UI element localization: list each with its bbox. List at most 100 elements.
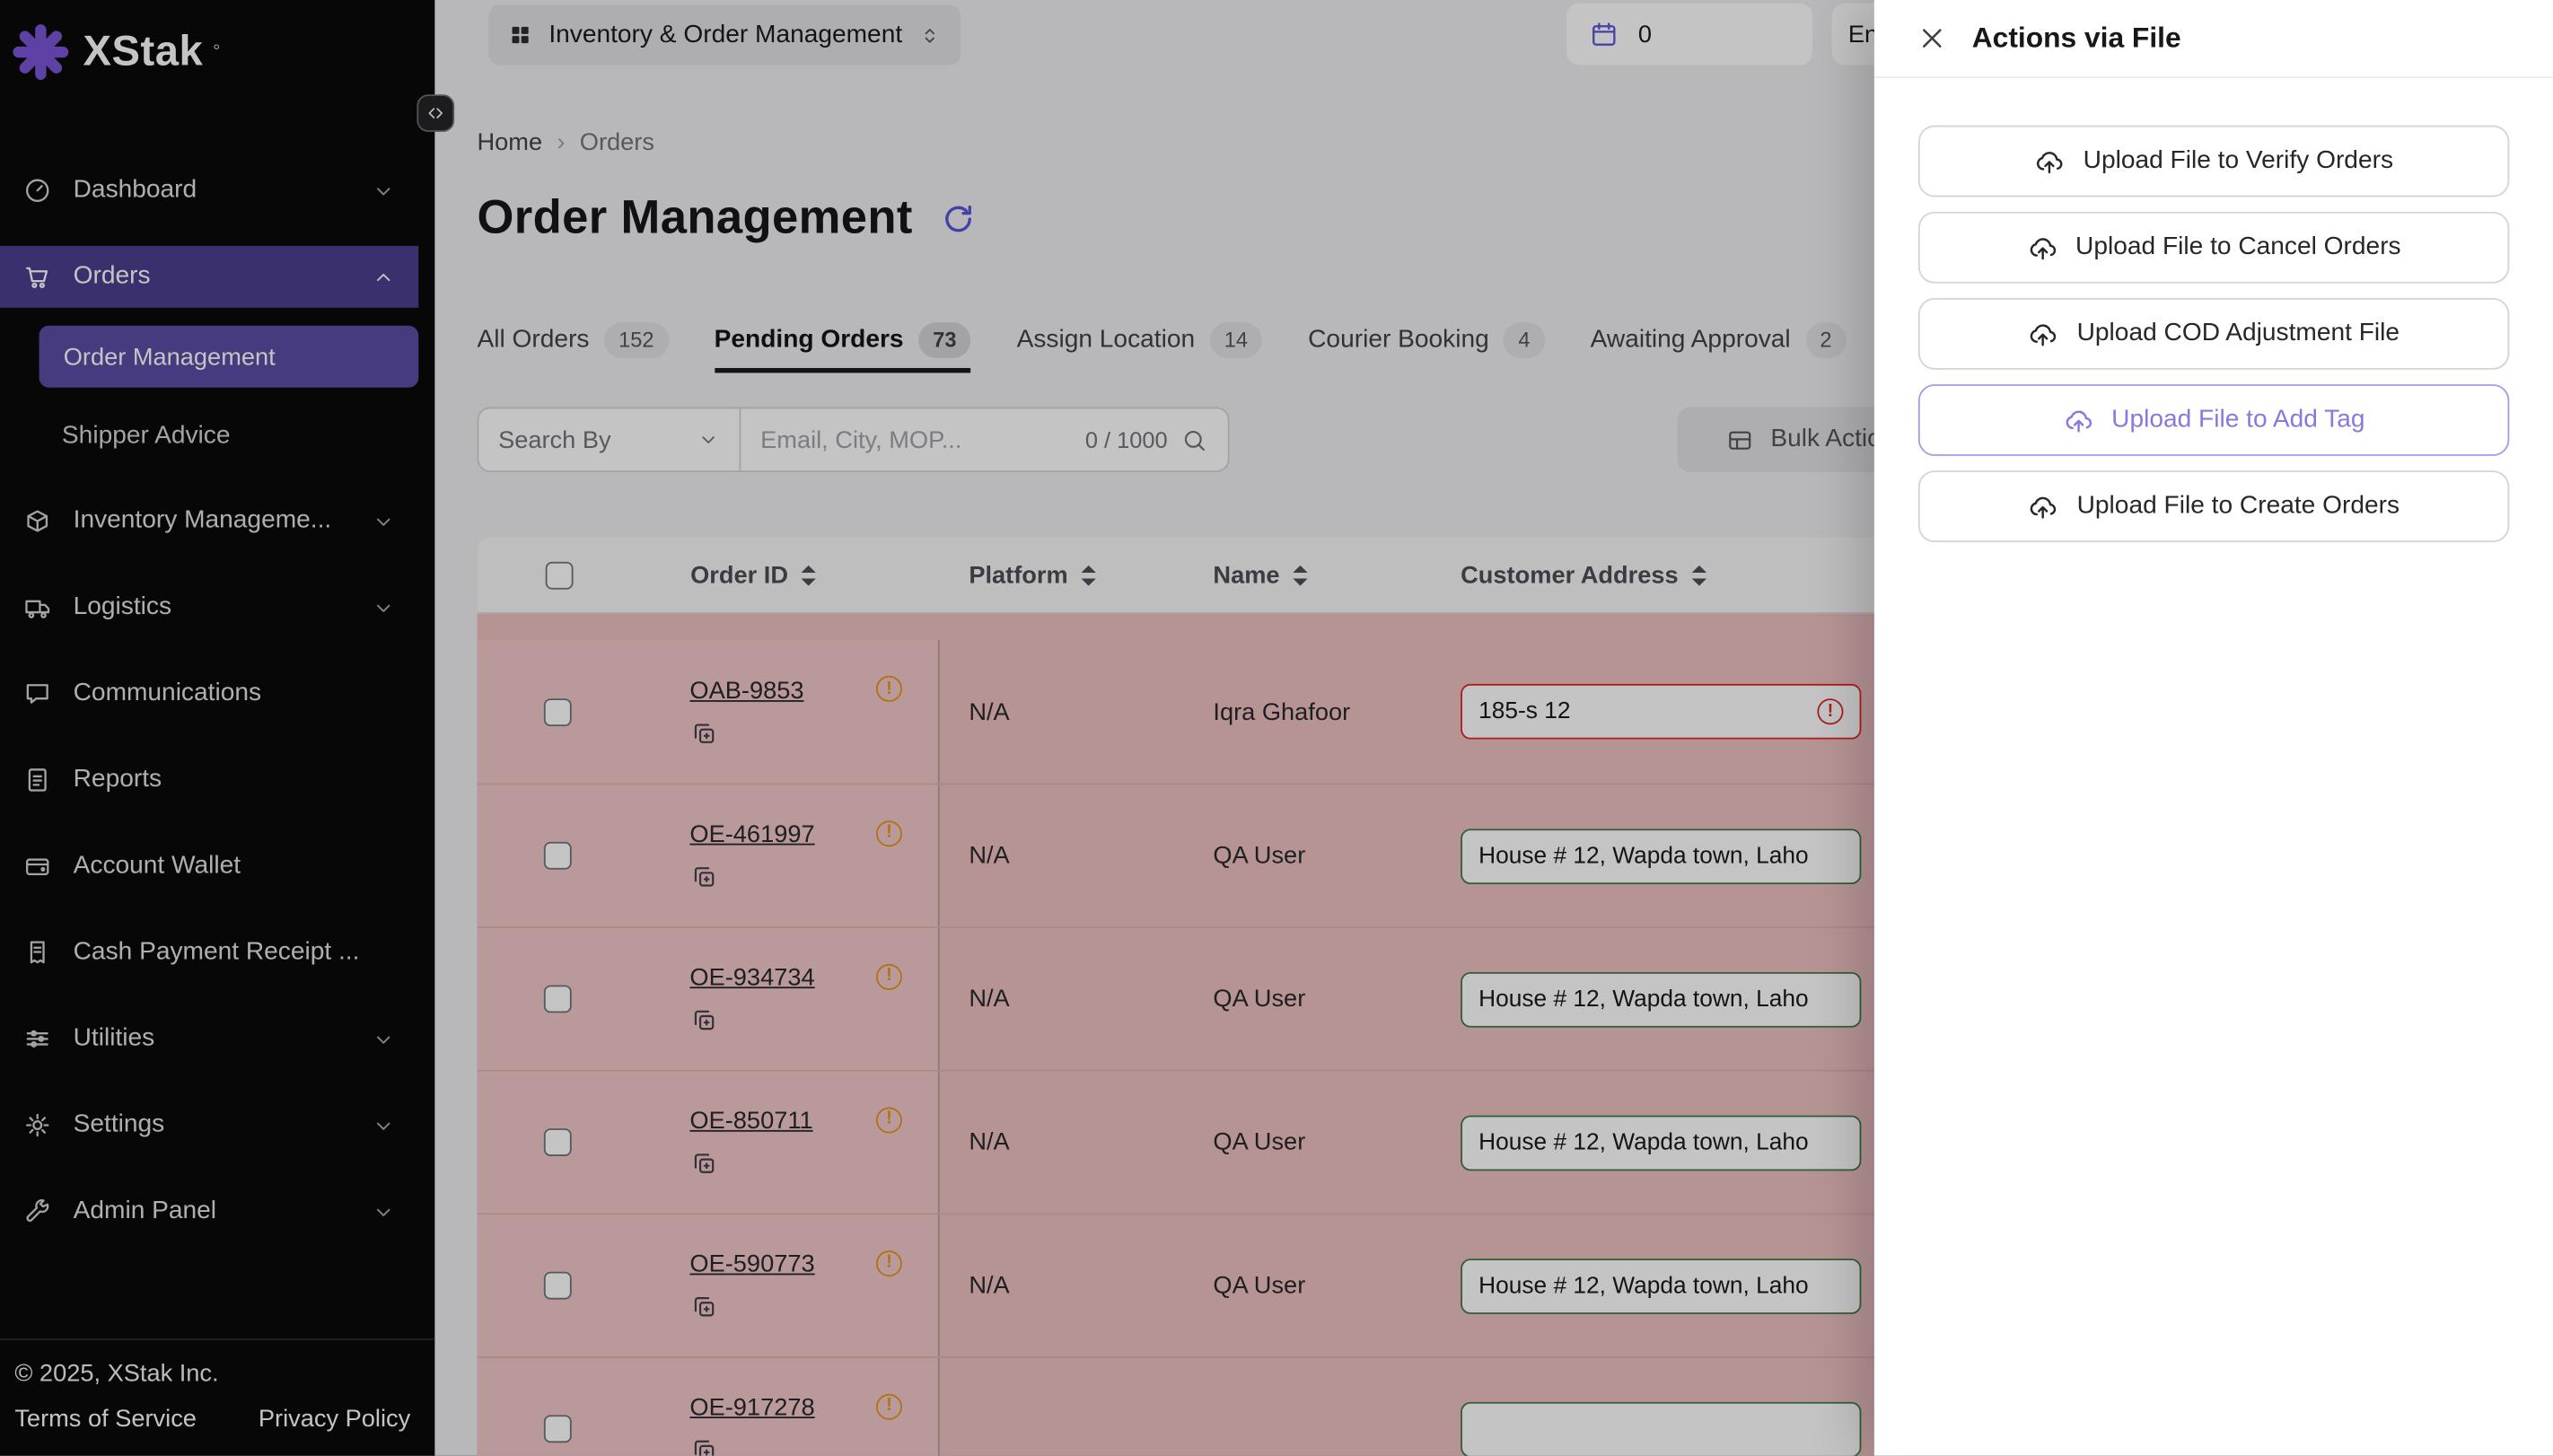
name-cell: QA User — [1184, 785, 1432, 926]
sort-icon[interactable] — [1081, 565, 1095, 586]
chevron-down-icon — [372, 509, 396, 533]
report-icon — [22, 766, 52, 795]
order-id-link[interactable]: OE-590773 — [689, 1250, 814, 1278]
customer-address-input[interactable]: House # 12, Wapda town, Laho — [1461, 1115, 1861, 1171]
duplicate-order-icon[interactable] — [689, 719, 717, 747]
upload-verify-orders-button[interactable]: Upload File to Verify Orders — [1918, 126, 2509, 197]
customer-address-input[interactable]: House # 12, Wapda town, Laho — [1461, 828, 1861, 883]
row-checkbox[interactable] — [544, 1272, 572, 1300]
select-all-checkbox[interactable] — [545, 561, 573, 589]
xstak-logo-icon — [6, 17, 75, 85]
search-icon[interactable] — [1180, 425, 1208, 453]
calendar-icon — [1589, 20, 1619, 49]
sort-icon[interactable] — [1691, 565, 1706, 586]
sidebar-item-inventory-management[interactable]: Inventory Manageme... — [0, 490, 418, 552]
chevron-down-icon — [697, 428, 719, 451]
receipt-icon — [22, 938, 52, 968]
tab-courier-booking[interactable]: Courier Booking 4 — [1308, 312, 1545, 373]
upload-cancel-orders-button[interactable]: Upload File to Cancel Orders — [1918, 212, 2509, 284]
address-cell: 185-s 12 ! — [1432, 640, 1902, 784]
upload-cloud-icon — [2034, 145, 2065, 176]
page-title: Order Management — [478, 192, 913, 246]
name-cell — [1184, 1358, 1432, 1456]
order-warning-icon[interactable]: ! — [876, 963, 902, 989]
column-header-customer-address[interactable]: Customer Address — [1432, 561, 1902, 589]
row-checkbox[interactable] — [544, 1128, 572, 1156]
duplicate-order-icon[interactable] — [689, 1006, 717, 1034]
sidebar-item-label: Reports — [74, 766, 396, 795]
order-warning-icon[interactable]: ! — [876, 1107, 902, 1133]
order-id-link[interactable]: OE-917278 — [689, 1394, 814, 1422]
sidebar-item-admin-panel[interactable]: Admin Panel — [0, 1180, 418, 1242]
sidebar-item-settings[interactable]: Settings — [0, 1094, 418, 1156]
order-id-link[interactable]: OAB-9853 — [689, 677, 803, 705]
upload-add-tag-button[interactable]: Upload File to Add Tag — [1918, 384, 2509, 456]
duplicate-order-icon[interactable] — [689, 1150, 717, 1178]
breadcrumb-home[interactable]: Home — [478, 128, 543, 156]
row-checkbox[interactable] — [544, 697, 572, 725]
duplicate-order-icon[interactable] — [689, 1293, 717, 1320]
sidebar-collapse-button[interactable] — [417, 94, 454, 132]
refresh-icon[interactable] — [941, 202, 975, 236]
order-warning-icon[interactable]: ! — [876, 1393, 902, 1419]
sidebar-item-account-wallet[interactable]: Account Wallet — [0, 836, 418, 898]
upload-create-orders-button[interactable]: Upload File to Create Orders — [1918, 470, 2509, 542]
sidebar-item-orders[interactable]: Orders — [0, 246, 418, 308]
close-icon[interactable] — [1918, 24, 1946, 52]
sidebar-item-cash-payment-receipt[interactable]: Cash Payment Receipt ... — [0, 922, 418, 984]
customer-address-input[interactable]: House # 12, Wapda town, Laho — [1461, 971, 1861, 1027]
brand-logo[interactable]: XStak ° — [0, 0, 434, 88]
customer-address-input[interactable] — [1461, 1401, 1861, 1456]
sidebar-item-label: Settings — [74, 1110, 350, 1140]
tab-awaiting-approval[interactable]: Awaiting Approval 2 — [1591, 312, 1847, 373]
sidebar-item-communications[interactable]: Communications — [0, 662, 418, 724]
sidebar-item-order-management[interactable]: Order Management — [39, 326, 419, 388]
drawer-title: Actions via File — [1972, 22, 2181, 56]
order-id-link[interactable]: OE-850711 — [689, 1108, 812, 1136]
order-warning-icon[interactable]: ! — [876, 676, 902, 702]
upload-cod-adjustment-button[interactable]: Upload COD Adjustment File — [1918, 298, 2509, 370]
sort-icon[interactable] — [802, 565, 816, 586]
app-switcher[interactable]: Inventory & Order Management — [488, 4, 961, 65]
date-widget[interactable]: 0 — [1566, 4, 1812, 66]
sidebar-nav: Dashboard Orders Order Management Shippe… — [0, 88, 434, 1338]
order-tabs: All Orders 152 Pending Orders 73 Assign … — [478, 312, 1847, 373]
column-header-platform[interactable]: Platform — [940, 561, 1184, 589]
order-warning-icon[interactable]: ! — [876, 820, 902, 846]
tab-count-badge: 152 — [604, 323, 669, 358]
sort-icon[interactable] — [1293, 565, 1307, 586]
search-input[interactable] — [760, 425, 1072, 453]
sidebar-item-utilities[interactable]: Utilities — [0, 1008, 418, 1070]
orders-submenu: Order Management Shipper Advice — [0, 326, 434, 468]
order-id-link[interactable]: OE-934734 — [689, 964, 814, 992]
customer-address-input[interactable]: 185-s 12 ! — [1461, 684, 1861, 740]
sidebar-item-reports[interactable]: Reports — [0, 749, 418, 811]
row-checkbox[interactable] — [544, 842, 572, 870]
chevron-down-icon — [372, 1199, 396, 1224]
sidebar-item-shipper-advice[interactable]: Shipper Advice — [0, 406, 434, 468]
tab-assign-location[interactable]: Assign Location 14 — [1017, 312, 1263, 373]
row-checkbox[interactable] — [544, 1415, 572, 1443]
upload-cloud-icon — [2063, 405, 2093, 435]
duplicate-order-icon[interactable] — [689, 1436, 717, 1456]
order-id-link[interactable]: OE-461997 — [689, 820, 814, 848]
sidebar: XStak ° Dashboard Orders Order Managemen… — [0, 0, 434, 1456]
sidebar-item-dashboard[interactable]: Dashboard — [0, 160, 418, 222]
column-header-name[interactable]: Name — [1184, 561, 1432, 589]
tab-all-orders[interactable]: All Orders 152 — [478, 312, 669, 373]
chat-icon — [22, 679, 52, 708]
privacy-policy-link[interactable]: Privacy Policy — [259, 1405, 410, 1433]
upload-cloud-icon — [2028, 491, 2058, 522]
customer-address-input[interactable]: House # 12, Wapda town, Laho — [1461, 1258, 1861, 1313]
duplicate-order-icon[interactable] — [689, 863, 717, 890]
column-header-order-id[interactable]: Order ID — [640, 561, 940, 589]
platform-cell: N/A — [940, 1072, 1184, 1214]
address-cell: House # 12, Wapda town, Laho — [1432, 1072, 1902, 1214]
sidebar-item-logistics[interactable]: Logistics — [0, 576, 418, 638]
row-checkbox[interactable] — [544, 985, 572, 1013]
terms-of-service-link[interactable]: Terms of Service — [14, 1405, 197, 1433]
search-by-select[interactable]: Search By — [478, 408, 741, 473]
order-warning-icon[interactable]: ! — [876, 1250, 902, 1276]
tab-pending-orders[interactable]: Pending Orders 73 — [715, 312, 971, 373]
app-grid-icon — [508, 22, 532, 47]
